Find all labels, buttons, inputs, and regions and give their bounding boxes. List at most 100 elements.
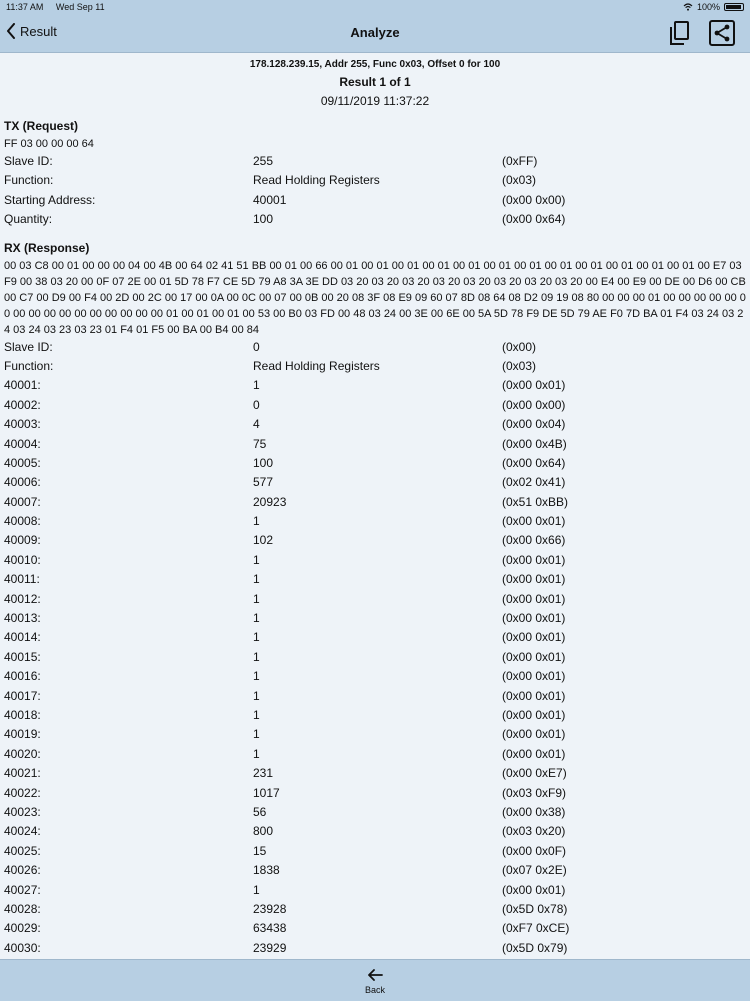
field-hex: (0x00 0x01) [502, 630, 566, 645]
field-label: Function: [4, 358, 54, 373]
field-label: 40002: [4, 397, 41, 412]
table-row: 40012: 1 (0x00 0x01) [0, 590, 750, 609]
table-row: 40014: 1 (0x00 0x01) [0, 628, 750, 647]
field-hex: (0x00 0x01) [502, 378, 566, 393]
rx-section-title: RX (Response) [4, 240, 90, 255]
table-row: 40023: 56 (0x00 0x38) [0, 803, 750, 822]
field-label: 40018: [4, 707, 41, 722]
bottom-back-label: Back [364, 985, 385, 995]
field-hex: (0x00 0x00) [502, 397, 566, 412]
bottom-back-button[interactable]: Back [355, 968, 395, 995]
field-label: 40001: [4, 378, 41, 393]
table-row: 40006: 577 (0x02 0x41) [0, 473, 750, 492]
wifi-icon [683, 3, 693, 11]
field-label: 40004: [4, 436, 41, 451]
field-hex: (0x00 0x01) [502, 707, 566, 722]
table-row: Slave ID: 0 (0x00) [0, 338, 750, 357]
field-value: 15 [253, 843, 267, 858]
copy-icon [670, 21, 689, 45]
field-hex: (0x00 0x01) [502, 688, 566, 703]
field-hex: (0x02 0x41) [502, 475, 566, 490]
field-label: 40009: [4, 533, 41, 548]
field-value: 1 [253, 688, 260, 703]
copy-button[interactable] [665, 18, 695, 48]
field-hex: (0x00) [502, 339, 537, 354]
table-row: 40018: 1 (0x00 0x01) [0, 706, 750, 725]
field-hex: (0xFF) [502, 154, 538, 168]
page-title: Analyze [350, 25, 400, 40]
field-label: 40007: [4, 494, 41, 509]
field-label: Slave ID: [4, 154, 53, 168]
field-value: Read Holding Registers [253, 358, 380, 373]
field-hex: (0x00 0x01) [502, 552, 566, 567]
field-label: 40020: [4, 746, 41, 761]
table-row: 40001: 1 (0x00 0x01) [0, 376, 750, 395]
field-hex: (0x00 0x01) [502, 746, 566, 761]
field-value: 231 [253, 766, 274, 781]
table-row: Quantity: 100 (0x00 0x64) [0, 210, 750, 229]
table-row: 40004: 75 (0x00 0x4B) [0, 435, 750, 454]
field-hex: (0x07 0x2E) [502, 863, 567, 878]
table-row: 40016: 1 (0x00 0x01) [0, 667, 750, 686]
field-label: 40016: [4, 669, 41, 684]
status-bar: 11:37 AM Wed Sep 11 100% [0, 0, 750, 14]
field-value: 255 [253, 154, 274, 168]
field-hex: (0x00 0x04) [502, 417, 566, 432]
field-value: 4 [253, 417, 260, 432]
field-hex: (0x03 0xF9) [502, 785, 567, 800]
field-hex: (0x00 0x38) [502, 804, 566, 819]
field-label: Starting Address: [4, 192, 96, 207]
field-label: 40017: [4, 688, 41, 703]
table-row: 40019: 1 (0x00 0x01) [0, 725, 750, 744]
field-value: Read Holding Registers [253, 173, 380, 188]
field-value: 1 [253, 727, 260, 742]
table-row: 40030: 23929 (0x5D 0x79) [0, 939, 750, 958]
field-label: 40015: [4, 649, 41, 664]
rx-field-list: Slave ID: 0 (0x00) Function: Read Holding Re… [0, 338, 750, 959]
field-label: 40008: [4, 514, 41, 529]
field-label: 40023: [4, 804, 41, 819]
table-row: 40020: 1 (0x00 0x01) [0, 745, 750, 764]
table-row: 40008: 1 (0x00 0x01) [0, 512, 750, 531]
table-row: 40026: 1838 (0x07 0x2E) [0, 861, 750, 880]
analysis-content[interactable]: 178.128.239.15, Addr 255, Func 0x03, Off… [0, 53, 750, 959]
result-timestamp: 09/11/2019 11:37:22 [320, 94, 430, 108]
field-value: 1 [253, 746, 260, 761]
battery-percent: 100% [696, 2, 720, 12]
table-row: 40025: 15 (0x00 0x0F) [0, 842, 750, 861]
field-value: 1838 [253, 863, 280, 878]
table-row: 40005: 100 (0x00 0x64) [0, 454, 750, 473]
table-row: 40027: 1 (0x00 0x01) [0, 881, 750, 900]
share-button[interactable] [707, 18, 737, 48]
field-hex: (0xF7 0xCE) [502, 921, 570, 936]
field-hex: (0x00 0x01) [502, 572, 566, 587]
field-label: 40003: [4, 417, 41, 432]
table-row: 40003: 4 (0x00 0x04) [0, 415, 750, 434]
field-hex: (0x03) [502, 173, 537, 188]
table-row: 40015: 1 (0x00 0x01) [0, 648, 750, 667]
field-label: 40021: [4, 766, 41, 781]
bottom-toolbar: Back [0, 959, 750, 1001]
field-label: 40010: [4, 552, 41, 567]
battery-icon [724, 3, 744, 11]
field-label: 40028: [4, 901, 41, 916]
field-label: 40029: [4, 921, 41, 936]
field-label: Function: [4, 173, 54, 188]
field-hex: (0x03 0x20) [502, 824, 566, 839]
table-row: 40009: 102 (0x00 0x66) [0, 531, 750, 550]
field-hex: (0x00 0x01) [502, 649, 566, 664]
table-row: 40021: 231 (0x00 0xE7) [0, 764, 750, 783]
field-value: 1017 [253, 785, 280, 800]
share-icon [709, 20, 735, 46]
field-value: 23929 [253, 940, 287, 955]
table-row: 40010: 1 (0x00 0x01) [0, 551, 750, 570]
field-value: 1 [253, 514, 260, 529]
field-value: 20923 [253, 494, 287, 509]
field-label: 40019: [4, 727, 41, 742]
field-label: 40030: [4, 940, 41, 955]
table-row: Slave ID: 255 (0xFF) [0, 152, 750, 171]
field-hex: (0x00 0x64) [502, 455, 566, 470]
field-label: 40025: [4, 843, 41, 858]
table-row: 40017: 1 (0x00 0x01) [0, 687, 750, 706]
field-label: 40014: [4, 630, 41, 645]
